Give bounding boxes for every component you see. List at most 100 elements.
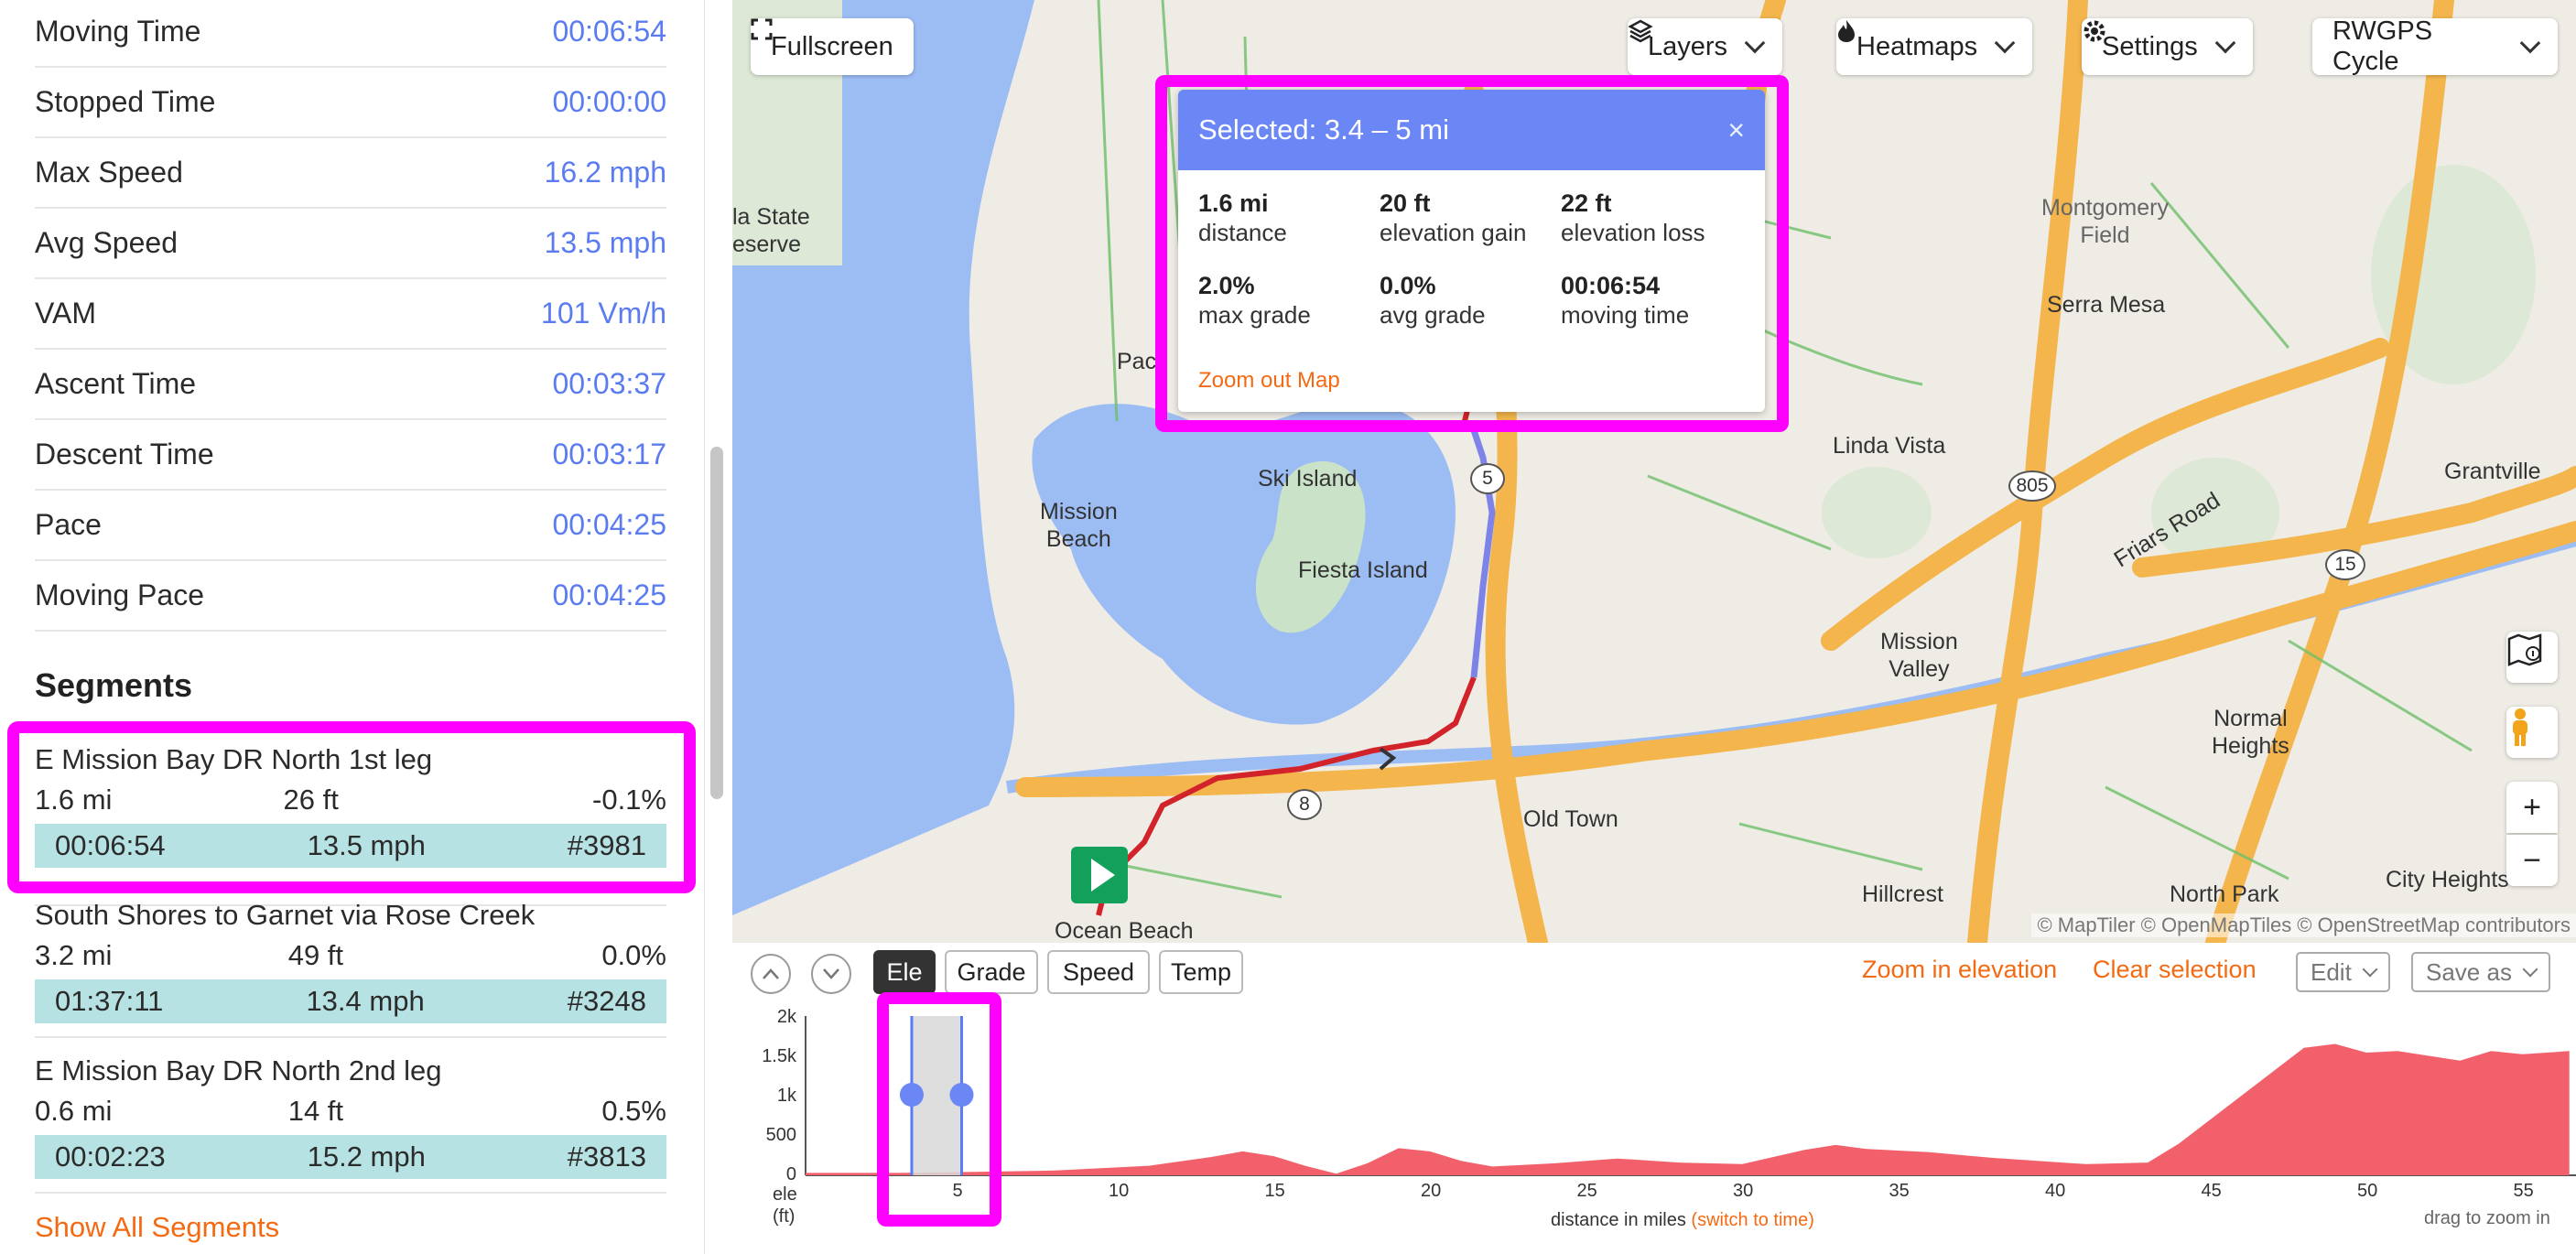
map-legend-icon — [2507, 633, 2542, 666]
map-style-dropdown[interactable]: RWGPS Cycle — [2312, 16, 2558, 76]
chevron-down-icon — [1744, 32, 1766, 54]
highway-shield: 805 — [2008, 470, 2056, 502]
x-tick-label: 15 — [1264, 1181, 1285, 1201]
fullscreen-button[interactable]: Fullscreen — [751, 18, 914, 75]
x-tick-label: 45 — [2201, 1181, 2222, 1201]
zoom-in-button[interactable]: + — [2506, 782, 2558, 833]
x-tick-label: 35 — [1889, 1181, 1910, 1201]
stat-label: Descent Time — [35, 438, 214, 470]
street-view-button[interactable] — [2506, 707, 2558, 758]
map-label: Fiesta Island — [1298, 557, 1428, 583]
stat-row-max-speed: Max Speed 16.2 mph — [35, 138, 666, 209]
pegman-icon — [2513, 708, 2527, 746]
x-tick-label: 20 — [1421, 1181, 1442, 1201]
segment-elevation: 14 ft — [287, 1095, 344, 1127]
fullscreen-label: Fullscreen — [771, 31, 893, 61]
segment-name[interactable]: E Mission Bay DR North 2nd leg — [35, 1051, 666, 1091]
stat-label: Ascent Time — [35, 367, 197, 400]
plus-icon: + — [2523, 789, 2541, 825]
map-attribution[interactable]: © MapTiler © OpenMapTiles © OpenStreetMa… — [2031, 913, 2576, 937]
heatmaps-label: Heatmaps — [1856, 31, 1978, 61]
elevation-profile-area — [806, 1043, 2570, 1175]
divider — [35, 1036, 666, 1038]
segment-time: 00:02:23 — [55, 1140, 166, 1173]
segments-heading: Segments — [35, 666, 193, 704]
map-label: Serra Mesa — [2047, 292, 2166, 318]
segment-name[interactable]: South Shores to Garnet via Rose Creek — [35, 895, 666, 935]
map-label: Montgomery Field — [2041, 194, 2169, 249]
highlight-frame — [7, 721, 696, 893]
y-tick-label: 0 — [785, 1164, 796, 1184]
stat-row-pace: Pace 00:04:25 — [35, 491, 666, 561]
y-tick-label: 2k — [776, 1007, 796, 1027]
y-tick-label: 500 — [765, 1125, 796, 1145]
scrollbar[interactable] — [710, 447, 723, 799]
segment-rank: #3813 — [567, 1140, 646, 1173]
gear-icon — [2084, 20, 2105, 42]
stat-value: 00:03:17 — [552, 438, 666, 470]
y-axis-unit: ele — [773, 1184, 797, 1205]
y-tick-label: 1k — [776, 1086, 796, 1106]
map-label: Hillcrest — [1862, 881, 1943, 907]
stat-label: Pace — [35, 508, 102, 541]
map-label: North Park — [2170, 881, 2279, 907]
map-legend-button[interactable] — [2506, 632, 2558, 683]
chevron-down-icon — [2214, 32, 2236, 54]
elevation-panel: Ele Grade Speed Temp Zoom in elevation C… — [732, 943, 2576, 1254]
x-axis-label: distance in miles (switch to time) — [1551, 1210, 1814, 1231]
x-tick-label: 50 — [2357, 1181, 2378, 1201]
stat-label: Avg Speed — [35, 226, 178, 259]
x-tick-label: 30 — [1733, 1181, 1754, 1201]
switch-to-time-link[interactable]: (switch to time) — [1691, 1210, 1813, 1230]
minus-icon: − — [2523, 842, 2541, 878]
segment-effort-bar: 01:37:11 13.4 mph #3248 — [35, 979, 666, 1023]
map-label: Grantville — [2444, 459, 2541, 484]
stat-value: 13.5 mph — [544, 226, 666, 259]
layers-label: Layers — [1648, 31, 1728, 61]
divider — [35, 1192, 666, 1194]
chevron-down-icon — [2519, 32, 2541, 54]
segment-distance: 0.6 mi — [35, 1095, 113, 1127]
map-label: Ocean Beach — [1055, 918, 1194, 943]
map-label: Ski Island — [1258, 466, 1358, 492]
drag-hint: drag to zoom in — [2424, 1208, 2550, 1228]
settings-dropdown[interactable]: Settings — [2082, 18, 2253, 75]
segment-item[interactable]: E Mission Bay DR North 2nd leg 0.6 mi 14… — [35, 1051, 666, 1179]
map-label: Mission Beach — [1040, 498, 1118, 553]
map-label: la State eserve — [732, 203, 810, 258]
y-axis-unit: (ft) — [773, 1206, 796, 1227]
segment-effort-bar: 00:02:23 15.2 mph #3813 — [35, 1135, 666, 1179]
map-label: Linda Vista — [1833, 433, 1946, 459]
segment-speed: 15.2 mph — [307, 1140, 426, 1173]
segment-speed: 13.4 mph — [306, 985, 425, 1017]
stat-value: 00:06:54 — [552, 15, 666, 48]
stat-row-avg-speed: Avg Speed 13.5 mph — [35, 209, 666, 279]
map-label: Old Town — [1523, 806, 1618, 832]
segment-item[interactable]: South Shores to Garnet via Rose Creek 3.… — [35, 895, 666, 1023]
elevation-chart[interactable] — [732, 943, 2576, 1254]
flame-icon — [1838, 20, 1855, 42]
map-label-text: Mission Valley — [1880, 629, 1958, 682]
zoom-out-button[interactable]: − — [2506, 835, 2558, 886]
stat-row-descent-time: Descent Time 00:03:17 — [35, 420, 666, 491]
layers-dropdown[interactable]: Layers — [1628, 18, 1783, 75]
stat-label: Moving Time — [35, 15, 201, 48]
stat-row-ascent-time: Ascent Time 00:03:37 — [35, 350, 666, 420]
highway-shield: 15 — [2325, 549, 2365, 580]
y-tick-label: 1.5k — [762, 1046, 796, 1066]
map-label-text: Normal Heights — [2212, 706, 2289, 759]
stat-row-stopped-time: Stopped Time 00:00:00 — [35, 68, 666, 138]
x-tick-label: 10 — [1109, 1181, 1130, 1201]
map-label: Normal Heights — [2212, 705, 2289, 760]
stat-value: 00:03:37 — [552, 367, 666, 400]
stat-value: 16.2 mph — [544, 156, 666, 189]
map-label: Mission Valley — [1880, 628, 1958, 683]
stat-value: 101 Vm/h — [541, 297, 666, 330]
show-all-segments-link[interactable]: Show All Segments — [35, 1211, 279, 1244]
stat-label: Moving Pace — [35, 578, 204, 611]
map-label-text: Mission Beach — [1040, 499, 1118, 552]
heatmaps-dropdown[interactable]: Heatmaps — [1836, 18, 2033, 75]
app-root: Moving Time 00:06:54 Stopped Time 00:00:… — [0, 0, 2576, 1254]
map-label-text: la State eserve — [732, 204, 810, 257]
segment-distance: 3.2 mi — [35, 939, 113, 971]
